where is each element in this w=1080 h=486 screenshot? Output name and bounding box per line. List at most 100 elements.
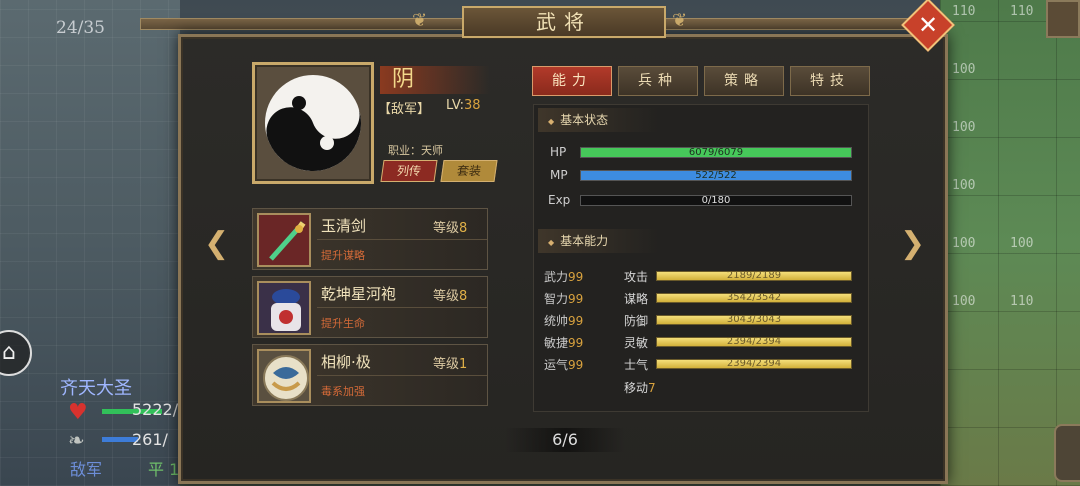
tab-special-skill[interactable]: 特技: [790, 66, 870, 96]
derived-stat-bar: 2394/2394: [656, 358, 852, 369]
equipment-effect: 提升生命: [321, 317, 365, 330]
attribute-0: 武力99: [544, 268, 583, 285]
derived-stat-bar: 3043/3043: [656, 314, 852, 325]
character-job: 职业：天师: [388, 144, 443, 157]
attribute-name: 智力: [544, 292, 569, 306]
equipment-level-label: 等级: [433, 289, 460, 304]
next-arrow-icon[interactable]: ❯: [900, 226, 925, 261]
turn-counter: 24/35: [56, 18, 105, 38]
grid-number: 100: [952, 178, 976, 193]
derived-stat-bar: 2189/2189: [656, 270, 852, 281]
equipment-level-label: 等级: [433, 357, 460, 372]
attribute-3: 敏捷99: [544, 334, 583, 351]
previous-arrow-icon[interactable]: ❮: [204, 226, 229, 261]
attribute-4: 运气99: [544, 356, 583, 373]
attribute-value: 99: [568, 336, 584, 350]
derived-stat-value: 2394/2394: [726, 336, 782, 347]
movement: 移动7: [624, 379, 656, 396]
derived-stat-value: 3043/3043: [726, 314, 782, 325]
hud-mp-value: 261/: [132, 430, 168, 449]
equipment-level-label: 等级: [433, 221, 460, 236]
character-faction: 【敌军】: [378, 102, 431, 117]
hp-value: 6079/6079: [688, 147, 744, 158]
section-basic-status: 基本状态: [538, 108, 658, 132]
attribute-1: 智力99: [544, 290, 583, 307]
equipment-set-button[interactable]: 套装: [440, 160, 498, 182]
attribute-value: 99: [568, 270, 584, 284]
grid-number: 100: [952, 120, 976, 135]
close-icon[interactable]: ✕: [909, 6, 947, 44]
section-basic-ability: 基本能力: [538, 229, 658, 253]
derived-stat-name: 灵敏: [624, 336, 649, 350]
equipment-name: 相柳·极: [321, 353, 371, 371]
exp-label: Exp: [548, 193, 571, 207]
derived-stat-name: 防御: [624, 314, 649, 328]
grid-number: 100: [952, 236, 976, 251]
derived-stat-name: 士气: [624, 358, 649, 372]
equipment-level-value: 8: [459, 289, 468, 304]
exp-value: 0/180: [701, 195, 731, 206]
yin-yang-icon: [265, 75, 361, 171]
dialog-title: 武将: [462, 6, 666, 38]
character-portrait: [252, 62, 374, 184]
equipment-level-value: 8: [459, 221, 468, 236]
divider: [317, 307, 487, 308]
attribute-2: 统帅99: [544, 312, 583, 329]
equipment-slot-armor[interactable]: 乾坤星河袍 等级8 提升生命: [252, 276, 488, 338]
equipment-effect: 毒系加强: [321, 385, 365, 398]
exp-bar: 0/180: [580, 195, 852, 206]
grid-number: 100: [1010, 236, 1034, 251]
serpent-emblem-icon: [257, 349, 311, 403]
heart-icon: ♥: [68, 400, 88, 425]
page-indicator: 6/6: [505, 428, 625, 452]
tab-troop-type[interactable]: 兵种: [618, 66, 698, 96]
game-screen: 110 110 100 100 100 100 100 100 110 24/3…: [0, 0, 1080, 486]
grid-number: 110: [1010, 294, 1034, 309]
attribute-name: 运气: [544, 358, 569, 372]
attribute-value: 99: [568, 314, 584, 328]
sword-icon: [257, 213, 311, 267]
mp-label: MP: [550, 168, 568, 182]
hud-hero-name: 齐天大圣: [60, 378, 132, 399]
tab-ability[interactable]: 能力: [532, 66, 612, 96]
move-label: 移动: [624, 381, 649, 395]
hud-side: 敌军: [70, 460, 103, 479]
grid-number: 110: [1010, 4, 1034, 19]
divider: [317, 239, 487, 240]
attribute-name: 武力: [544, 270, 569, 284]
derived-stat-bar: 2394/2394: [656, 336, 852, 347]
derived-stat-name: 攻击: [624, 270, 649, 284]
attribute-value: 99: [568, 358, 584, 372]
attribute-name: 统帅: [544, 314, 569, 328]
level-number: 38: [464, 98, 481, 113]
move-value: 7: [648, 381, 656, 395]
level-prefix: LV:: [446, 98, 465, 113]
tab-strategy[interactable]: 策略: [704, 66, 784, 96]
menu-corner-button[interactable]: [1046, 0, 1080, 38]
equipment-level: 等级8: [433, 217, 467, 236]
derived-stat-value: 3542/3542: [726, 292, 782, 303]
title-ornament-right-icon: ❦: [672, 10, 688, 31]
character-level: LV:38: [446, 98, 481, 113]
mp-bar: 522/522: [580, 170, 852, 181]
character-name: 阴: [380, 66, 490, 94]
divider: [317, 375, 487, 376]
equipment-slot-weapon[interactable]: 玉清剑 等级8 提升谋略: [252, 208, 488, 270]
feather-icon: ❧: [68, 428, 85, 452]
grid-number: 110: [952, 4, 976, 19]
attribute-value: 99: [568, 292, 584, 306]
attribute-name: 敏捷: [544, 336, 569, 350]
map-right-area: 110 110 100 100 100 100 100 100 110: [940, 0, 1080, 486]
side-drawer-button[interactable]: [1054, 424, 1080, 482]
equipment-level: 等级1: [433, 353, 467, 372]
derived-stat-value: 2189/2189: [726, 270, 782, 281]
grid-number: 100: [952, 62, 976, 77]
equipment-effect: 提升谋略: [321, 249, 365, 262]
derived-stat-value: 2394/2394: [726, 358, 782, 369]
mp-value: 522/522: [695, 170, 737, 181]
hud-stance: 平: [148, 460, 165, 479]
title-ornament-left-icon: ❦: [412, 10, 428, 31]
biography-button[interactable]: 列传: [380, 160, 438, 182]
equipment-slot-accessory[interactable]: 相柳·极 等级1 毒系加强: [252, 344, 488, 406]
grid-number: 100: [952, 294, 976, 309]
